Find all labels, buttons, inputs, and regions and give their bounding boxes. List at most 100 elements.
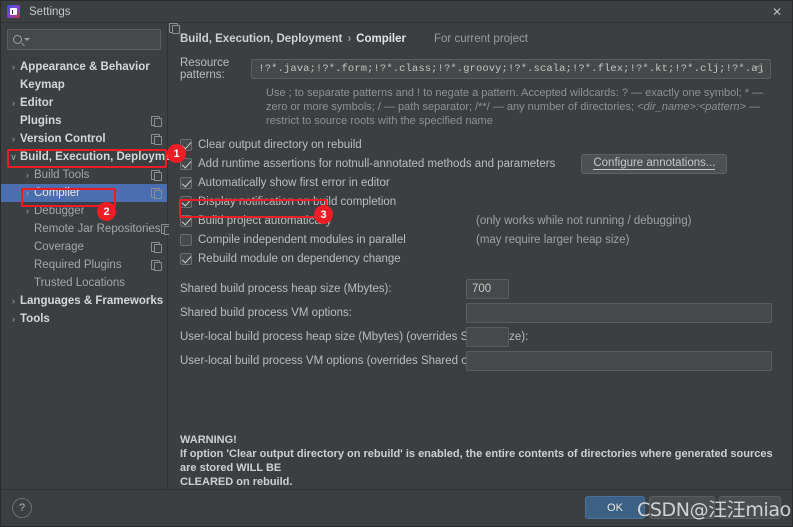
project-scope-label: For current project — [430, 33, 528, 45]
sidebar-item-coverage[interactable]: Coverage — [1, 238, 167, 256]
checkbox-row[interactable]: Compile independent modules in parallel (… — [180, 230, 792, 249]
search-input[interactable] — [34, 33, 176, 46]
sidebar-item-build-execution-deployment[interactable]: ∨ Build, Execution, Deployment — [1, 148, 182, 166]
annotation-number-2: 2 — [97, 202, 116, 221]
copy-icon — [151, 242, 162, 253]
resource-patterns-input[interactable]: !?*.java;!?*.form;!?*.class;!?*.groovy;!… — [251, 59, 771, 79]
sidebar-item-label: Keymap — [20, 79, 65, 91]
checkbox-row[interactable]: Display notification on build completion — [180, 192, 792, 211]
expand-icon[interactable]: ⤡ — [756, 65, 765, 74]
title-bar: Settings ✕ — [1, 1, 792, 23]
configure-annotations-button[interactable]: Configure annotations... — [581, 153, 728, 174]
hint-line-2a: symbols; / — path separator; /**/ — any … — [331, 101, 638, 113]
build-process-fields: Shared build process heap size (Mbytes):… — [169, 277, 792, 373]
breadcrumb-current: Compiler — [356, 33, 406, 45]
sidebar-item-label: Build, Execution, Deployment — [20, 151, 183, 163]
chevron-right-icon[interactable]: › — [7, 98, 20, 108]
sidebar-item-editor[interactable]: › Editor — [1, 94, 167, 112]
ok-button[interactable]: OK — [585, 496, 645, 519]
sidebar-item-label: Required Plugins — [34, 259, 122, 271]
sidebar-item-label: Debugger — [34, 205, 85, 217]
intellij-settings-icon — [7, 5, 20, 18]
compiler-options-group: Clear output directory on rebuild Add run… — [169, 135, 792, 268]
warning-line-2: CLEARED on rebuild. — [180, 476, 293, 488]
sidebar-item-label: Coverage — [34, 241, 84, 253]
search-box[interactable] — [7, 29, 176, 50]
checkbox-label: Clear output directory on rebuild — [198, 138, 362, 151]
checkbox-label: Add runtime assertions for notnull-annot… — [198, 157, 556, 170]
chevron-right-icon[interactable]: › — [7, 314, 20, 324]
sidebar-item-languages-frameworks[interactable]: › Languages & Frameworks — [1, 292, 167, 310]
sidebar-item-label: Version Control — [20, 133, 106, 145]
sidebar-item-label: Plugins — [20, 115, 62, 127]
breadcrumb-separator: › — [347, 33, 352, 45]
checkbox-label: Automatically show first error in editor — [198, 176, 390, 189]
checkbox-note: (may require larger heap size) — [476, 233, 630, 246]
chevron-right-icon[interactable]: › — [21, 188, 34, 198]
settings-content: Build, Execution, Deployment › Compiler … — [169, 23, 792, 489]
sidebar-item-required-plugins[interactable]: Required Plugins — [1, 256, 167, 274]
checkbox-automatically-show-first-error-in-editor[interactable] — [180, 176, 192, 189]
checkbox-row[interactable]: Automatically show first error in editor — [180, 173, 792, 192]
copy-icon — [151, 116, 162, 127]
field-label: User-local build process heap size (Mbyt… — [180, 331, 529, 343]
sidebar-item-debugger[interactable]: › Debugger — [1, 202, 167, 220]
checkbox-row[interactable]: Clear output directory on rebuild — [180, 135, 792, 154]
search-wrapper — [1, 23, 176, 50]
close-icon[interactable]: ✕ — [764, 3, 790, 21]
copy-icon — [151, 170, 162, 181]
sidebar-item-label: Tools — [20, 313, 50, 325]
annotation-number-1: 1 — [167, 144, 186, 163]
checkbox-label: Build project automatically — [198, 214, 332, 227]
checkbox-row[interactable]: Rebuild module on dependency change — [180, 249, 792, 268]
field-label: Shared build process VM options: — [180, 307, 352, 319]
sidebar-item-plugins[interactable]: Plugins — [1, 112, 167, 130]
checkbox-row[interactable]: Add runtime assertions for notnull-annot… — [180, 153, 792, 174]
sidebar-item-tools[interactable]: › Tools — [1, 310, 167, 328]
chevron-right-icon[interactable]: › — [7, 134, 20, 144]
checkbox-rebuild-module-on-dependency-change[interactable] — [180, 252, 192, 265]
copy-icon — [151, 188, 162, 199]
window-title: Settings — [29, 5, 71, 18]
field-row: User-local build process heap size (Mbyt… — [180, 325, 792, 349]
chevron-right-icon[interactable]: › — [7, 62, 20, 72]
project-scope-text: For current project — [434, 33, 528, 45]
apply-button[interactable] — [719, 496, 781, 519]
field-input[interactable] — [466, 351, 772, 371]
chevron-right-icon[interactable]: › — [21, 206, 34, 216]
chevron-right-icon[interactable]: › — [21, 170, 34, 180]
checkbox-display-notification-on-build-completion[interactable] — [180, 195, 192, 208]
checkbox-note: (only works while not running / debuggin… — [476, 214, 692, 227]
field-input[interactable] — [466, 303, 772, 323]
copy-icon — [151, 134, 162, 145]
hint-line-3: the specified name — [400, 115, 493, 127]
help-button[interactable]: ? — [12, 498, 32, 518]
checkbox-build-project-automatically[interactable] — [180, 214, 192, 227]
checkbox-compile-independent-modules-in-parallel[interactable] — [180, 233, 192, 246]
checkbox-label: Display notification on build completion — [198, 195, 397, 208]
resource-patterns-hint: Use ; to separate patterns and ! to nega… — [266, 86, 770, 128]
cancel-button[interactable] — [649, 496, 715, 519]
resource-patterns-label: Resource patterns: — [180, 57, 230, 81]
chevron-down-icon[interactable]: ∨ — [7, 152, 20, 163]
sidebar-item-compiler[interactable]: › Compiler — [1, 184, 167, 202]
sidebar-item-trusted-locations[interactable]: Trusted Locations — [1, 274, 167, 292]
breadcrumb-parent[interactable]: Build, Execution, Deployment — [180, 33, 342, 45]
sidebar-item-label: Languages & Frameworks — [20, 295, 164, 307]
checkbox-label: Rebuild module on dependency change — [198, 252, 401, 265]
field-input[interactable] — [466, 327, 509, 347]
copy-icon — [151, 260, 162, 271]
chevron-right-icon[interactable]: › — [7, 296, 20, 306]
warning-block: WARNING! If option 'Clear output directo… — [180, 433, 780, 489]
field-input[interactable]: 700 — [466, 279, 509, 299]
sidebar-item-appearance-behavior[interactable]: › Appearance & Behavior — [1, 58, 167, 76]
sidebar-item-remote-jar-repositories[interactable]: Remote Jar Repositories — [1, 220, 172, 238]
sidebar-item-version-control[interactable]: › Version Control — [1, 130, 167, 148]
sidebar-item-label: Compiler — [34, 187, 81, 199]
breadcrumb: Build, Execution, Deployment › Compiler … — [180, 30, 792, 48]
checkbox-row[interactable]: Build project automatically (only works w… — [180, 211, 792, 230]
hint-line-2-italic: <dir_name>:<pattern> — [637, 101, 746, 113]
sidebar-item-build-tools[interactable]: › Build Tools — [1, 166, 167, 184]
field-row: User-local build process VM options (ove… — [180, 349, 792, 373]
sidebar-item-keymap[interactable]: Keymap — [1, 76, 167, 94]
